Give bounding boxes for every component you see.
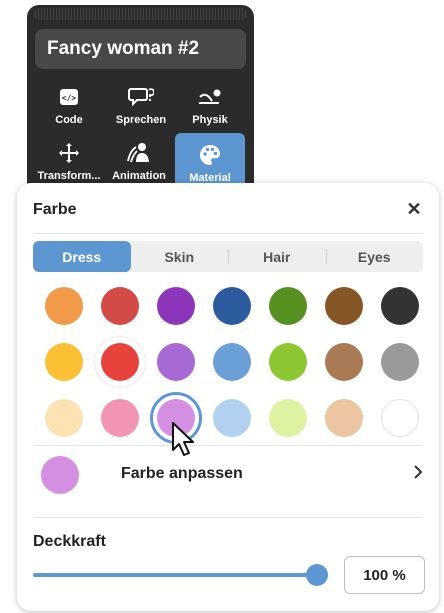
drag-handle[interactable] (35, 8, 246, 20)
tool-code-label: Code (55, 114, 83, 126)
custom-color-button[interactable]: Farbe anpassen (33, 451, 423, 501)
entity-name-field[interactable]: Fancy woman #2 (35, 29, 246, 69)
speech-bubble-icon (128, 84, 154, 110)
opacity-label: Deckkraft (33, 533, 106, 550)
physics-icon (197, 84, 223, 110)
opacity-slider-track[interactable] (33, 573, 317, 577)
color-swatch[interactable] (101, 287, 139, 325)
color-swatch[interactable] (45, 287, 83, 325)
color-swatch[interactable] (269, 399, 307, 437)
tab-hair[interactable]: Hair (228, 241, 326, 272)
opacity-value: 100 % (363, 566, 406, 584)
color-swatch[interactable] (101, 343, 139, 381)
color-swatch[interactable] (325, 287, 363, 325)
tool-animation-label: Animation (112, 170, 166, 182)
custom-color-label: Farbe anpassen (121, 465, 243, 482)
color-swatch[interactable] (381, 343, 419, 381)
color-swatch[interactable] (213, 287, 251, 325)
divider (33, 517, 423, 518)
color-swatch[interactable] (325, 399, 363, 437)
tool-speak-button[interactable]: Sprechen (108, 84, 174, 130)
panel-title: Farbe (33, 201, 77, 218)
tool-physics-label: Physik (192, 114, 228, 126)
animation-person-icon (125, 140, 153, 166)
opacity-value-input[interactable]: 100 % (344, 556, 425, 594)
divider (33, 445, 423, 446)
opacity-slider-thumb[interactable] (306, 564, 328, 586)
color-swatch[interactable] (157, 287, 195, 325)
tool-speak-label: Sprechen (115, 114, 167, 126)
entity-name: Fancy woman #2 (47, 38, 200, 59)
tab-skin[interactable]: Skin (131, 241, 229, 272)
color-swatch[interactable] (269, 343, 307, 381)
move-arrows-icon (58, 140, 80, 166)
color-swatch[interactable] (381, 399, 419, 437)
svg-text:</>: </> (62, 94, 77, 103)
palette-icon (199, 142, 221, 168)
chevron-right-icon (413, 463, 423, 484)
custom-color-preview (41, 456, 79, 494)
divider (33, 233, 423, 234)
tab-eyes[interactable]: Eyes (325, 241, 424, 272)
close-icon[interactable]: ✕ (403, 198, 425, 220)
color-swatch[interactable] (325, 343, 363, 381)
color-swatch[interactable] (101, 399, 139, 437)
tool-transform-label: Transform... (37, 170, 101, 182)
tool-transform-button[interactable]: Transform... (33, 140, 105, 186)
tool-physics-button[interactable]: Physik (182, 84, 238, 130)
entity-panel: Fancy woman #2 </> Code Sprechen Physik … (27, 5, 254, 200)
color-swatch[interactable] (45, 343, 83, 381)
code-icon: </> (59, 84, 79, 110)
color-swatch[interactable] (269, 287, 307, 325)
color-swatch[interactable] (213, 343, 251, 381)
material-panel: Farbe ✕ Dress Skin Hair Eyes Farbe anpas… (17, 183, 439, 611)
tool-animation-button[interactable]: Animation (107, 140, 171, 186)
mouse-pointer-icon (172, 422, 194, 456)
color-swatch[interactable] (381, 287, 419, 325)
color-swatch[interactable] (157, 343, 195, 381)
color-swatch[interactable] (45, 399, 83, 437)
color-swatch[interactable] (213, 399, 251, 437)
tool-code-button[interactable]: </> Code (41, 84, 97, 130)
tab-dress[interactable]: Dress (33, 241, 131, 272)
material-tabs: Dress Skin Hair Eyes (33, 241, 423, 272)
